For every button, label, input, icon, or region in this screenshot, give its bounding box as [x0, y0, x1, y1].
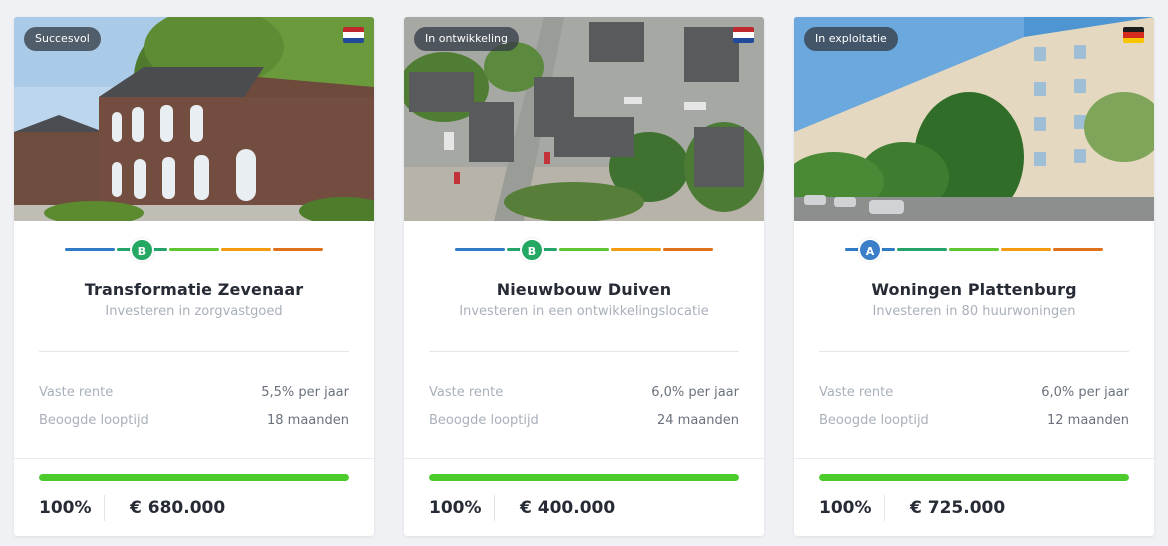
risk-rating-scale: B	[65, 238, 323, 262]
funding-amount: € 400.000	[520, 498, 616, 518]
germany-flag-icon	[1123, 27, 1144, 43]
status-badge: In exploitatie	[804, 27, 898, 51]
project-title[interactable]: Nieuwbouw Duiven	[404, 280, 764, 299]
interest-rate-label: Vaste rente	[819, 385, 894, 400]
risk-rating-badge: A	[858, 238, 882, 262]
project-photo[interactable]: In ontwikkeling	[404, 17, 764, 221]
footer-separator	[884, 495, 885, 521]
funding-progress-fill	[429, 474, 739, 481]
project-title[interactable]: Woningen Plattenburg	[794, 280, 1154, 299]
funding-progress-bar	[39, 474, 349, 481]
term-row: Beoogde looptijd 24 maanden	[429, 413, 739, 431]
footer-divider	[14, 458, 374, 459]
funding-progress-bar	[819, 474, 1129, 481]
term-row: Beoogde looptijd 18 maanden	[39, 413, 349, 431]
term-value: 12 maanden	[1047, 413, 1129, 428]
interest-rate-row: Vaste rente 5,5% per jaar	[39, 385, 349, 403]
funding-progress-bar	[429, 474, 739, 481]
project-card-duiven[interactable]: In ontwikkeling B Nieuwbouw Duiven Inves…	[404, 17, 764, 536]
status-badge: In ontwikkeling	[414, 27, 519, 51]
footer-divider	[794, 458, 1154, 459]
project-photo[interactable]: Succesvol	[14, 17, 374, 221]
funding-progress-fill	[819, 474, 1129, 481]
footer-divider	[404, 458, 764, 459]
risk-rating-badge: B	[130, 238, 154, 262]
term-value: 18 maanden	[267, 413, 349, 428]
term-row: Beoogde looptijd 12 maanden	[819, 413, 1129, 431]
project-card-plattenburg[interactable]: In exploitatie A Woningen Plattenburg In…	[794, 17, 1154, 536]
project-photo[interactable]: In exploitatie	[794, 17, 1154, 221]
project-card-zevenaar[interactable]: Succesvol B Transformatie Zevenaar Inves…	[14, 17, 374, 536]
project-subtitle: Investeren in een ontwikkelingslocatie	[459, 304, 709, 319]
funding-amount: € 725.000	[910, 498, 1006, 518]
footer-separator	[494, 495, 495, 521]
interest-rate-value: 6,0% per jaar	[651, 385, 739, 400]
divider	[429, 351, 739, 352]
project-title[interactable]: Transformatie Zevenaar	[14, 280, 374, 299]
funding-percentage: 100%	[819, 498, 872, 518]
funding-percentage: 100%	[39, 498, 92, 518]
interest-rate-value: 6,0% per jaar	[1041, 385, 1129, 400]
funding-percentage: 100%	[429, 498, 482, 518]
project-subtitle: Investeren in zorgvastgoed	[105, 304, 283, 319]
term-label: Beoogde looptijd	[429, 413, 539, 428]
term-value: 24 maanden	[657, 413, 739, 428]
risk-rating-scale: A	[845, 238, 1103, 262]
netherlands-flag-icon	[733, 27, 754, 43]
term-label: Beoogde looptijd	[39, 413, 149, 428]
term-label: Beoogde looptijd	[819, 413, 929, 428]
footer-separator	[104, 495, 105, 521]
funding-progress-fill	[39, 474, 349, 481]
interest-rate-row: Vaste rente 6,0% per jaar	[429, 385, 739, 403]
netherlands-flag-icon	[343, 27, 364, 43]
status-badge: Succesvol	[24, 27, 101, 51]
interest-rate-row: Vaste rente 6,0% per jaar	[819, 385, 1129, 403]
risk-rating-scale: B	[455, 238, 713, 262]
project-subtitle: Investeren in 80 huurwoningen	[872, 304, 1076, 319]
interest-rate-value: 5,5% per jaar	[261, 385, 349, 400]
divider	[819, 351, 1129, 352]
interest-rate-label: Vaste rente	[39, 385, 114, 400]
interest-rate-label: Vaste rente	[429, 385, 504, 400]
divider	[39, 351, 349, 352]
funding-amount: € 680.000	[130, 498, 226, 518]
risk-rating-badge: B	[520, 238, 544, 262]
